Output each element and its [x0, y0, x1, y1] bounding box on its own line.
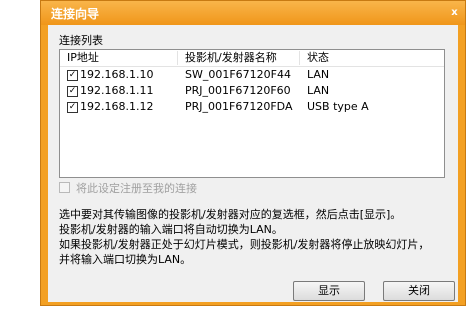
instruction-line: 投影机/发射器的输入端口将自动切换为LAN。 — [59, 223, 283, 236]
dialog-content: 连接列表 IP地址 投影机/发射器名称 状态 ✓ 192.168.1.10 SW… — [48, 25, 458, 302]
table-row[interactable]: ✓ 192.168.1.10 SW_001F67120F44 LAN — [60, 67, 444, 83]
status-cell: LAN — [307, 84, 330, 97]
close-window-button[interactable]: x — [448, 6, 461, 19]
close-button[interactable]: 关闭 — [383, 281, 455, 301]
ip-cell: 192.168.1.12 — [80, 100, 154, 113]
list-header: IP地址 投影机/发射器名称 状态 — [60, 50, 444, 67]
name-cell: SW_001F67120F44 — [185, 68, 291, 81]
connection-list-label: 连接列表 — [59, 34, 103, 47]
status-cell: LAN — [307, 68, 330, 81]
ip-cell: 192.168.1.10 — [80, 68, 154, 81]
row-checkbox[interactable]: ✓ — [67, 102, 78, 113]
connection-list[interactable]: IP地址 投影机/发射器名称 状态 ✓ 192.168.1.10 SW_001F… — [59, 49, 445, 178]
name-cell: PRJ_001F67120FDA — [185, 100, 293, 113]
column-header-name[interactable]: 投影机/发射器名称 — [178, 51, 300, 65]
row-checkbox[interactable]: ✓ — [67, 86, 78, 97]
status-cell: USB type A — [307, 100, 369, 113]
row-checkbox[interactable]: ✓ — [67, 70, 78, 81]
column-header-ip[interactable]: IP地址 — [60, 51, 178, 65]
register-setting-checkbox — [59, 182, 70, 193]
display-button[interactable]: 显示 — [293, 281, 365, 301]
connection-wizard-window: 连接向导 x 连接列表 IP地址 投影机/发射器名称 状态 ✓ 192.168.… — [40, 0, 466, 306]
title-bar[interactable]: 连接向导 x — [41, 1, 465, 25]
column-header-status[interactable]: 状态 — [300, 51, 444, 65]
instruction-line: 如果投影机/发射器正处于幻灯片模式，则投影机/发射器将停止放映幻灯片， — [59, 238, 430, 251]
ip-cell: 192.168.1.11 — [80, 84, 154, 97]
window-title: 连接向导 — [51, 7, 100, 21]
table-row[interactable]: ✓ 192.168.1.12 PRJ_001F67120FDA USB type… — [60, 99, 444, 115]
table-row[interactable]: ✓ 192.168.1.11 PRJ_001F67120F60 LAN — [60, 83, 444, 99]
instruction-line: 选中要对其传输图像的投影机/发射器对应的复选框，然后点击[显示]。 — [59, 208, 402, 221]
register-setting-label: 将此设定注册至我的连接 — [76, 182, 197, 195]
instruction-line: 并将输入端口切换为LAN。 — [59, 253, 192, 266]
name-cell: PRJ_001F67120F60 — [185, 84, 291, 97]
